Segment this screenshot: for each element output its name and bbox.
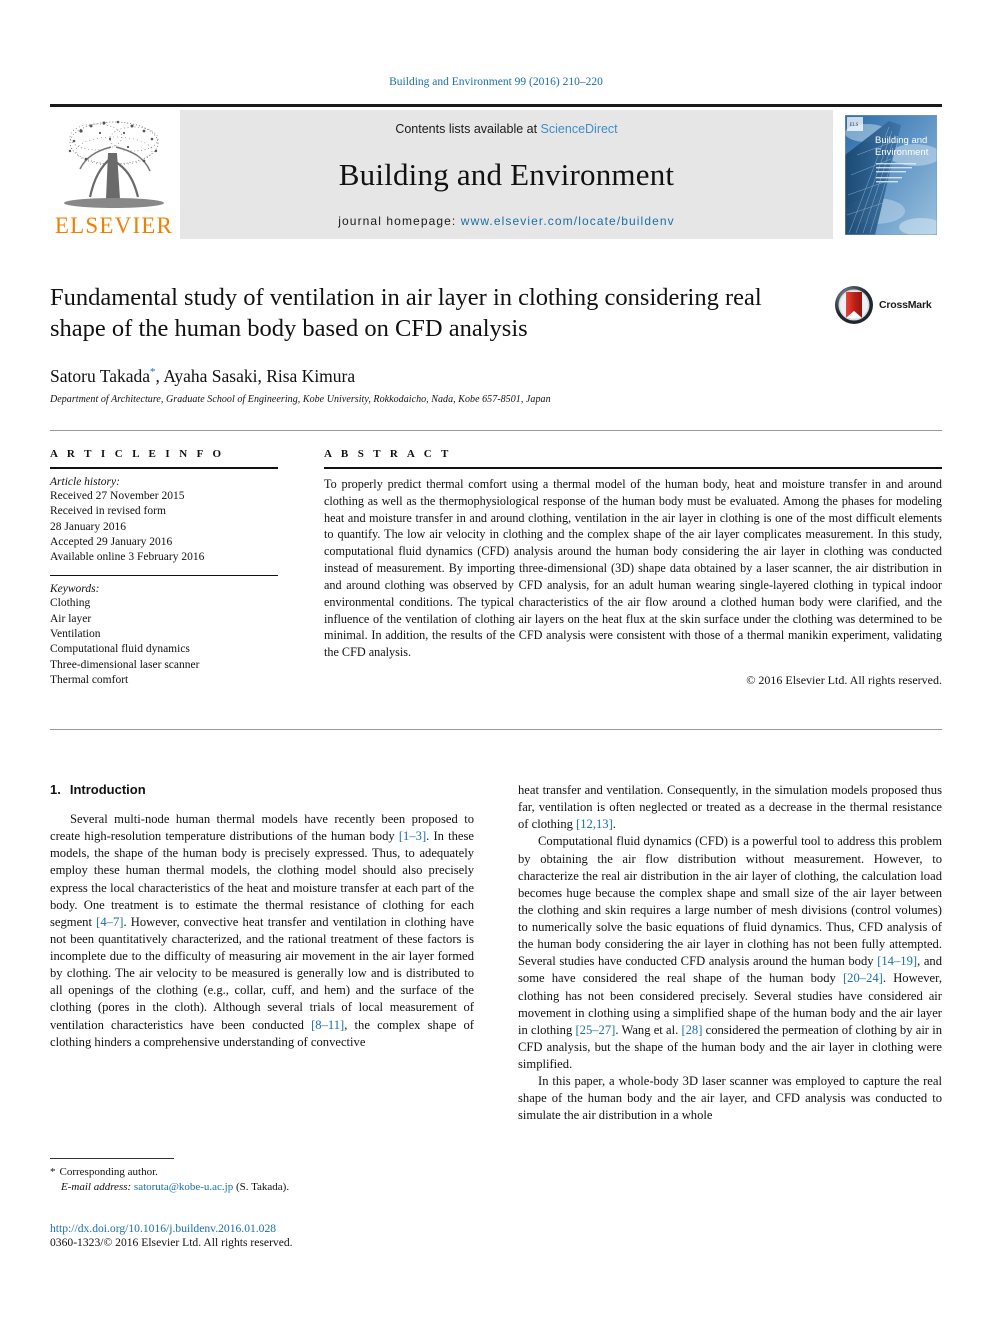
contents-prefix: Contents lists available at [395, 122, 541, 136]
section-heading-introduction: 1. Introduction [50, 782, 474, 797]
sciencedirect-link[interactable]: ScienceDirect [541, 122, 618, 136]
homepage-prefix: journal homepage: [338, 214, 461, 228]
footer-block: http://dx.doi.org/10.1016/j.buildenv.201… [50, 1222, 550, 1249]
section-title: Introduction [69, 782, 146, 797]
journal-cover-icon: ELS Building and Environment [845, 114, 937, 235]
history-item: Received in revised form [50, 505, 166, 518]
running-head: Building and Environment 99 (2016) 210–2… [389, 76, 603, 88]
journal-cover: ELS Building and Environment [840, 110, 942, 239]
article-info-heading: A R T I C L E I N F O [50, 448, 225, 460]
corresponding-author-note: * Corresponding author. [50, 1165, 474, 1180]
history-item: Received 27 November 2015 [50, 490, 185, 502]
footnote-block: * Corresponding author. E-mail address: s… [50, 1158, 474, 1196]
crossmark-label: CrossMark [879, 299, 932, 311]
citation-ref[interactable]: [12,13] [576, 817, 613, 831]
footnote-marker: * [50, 1166, 56, 1178]
abstract-column: A B S T R A C T To properly predict ther… [300, 448, 942, 729]
elsevier-tree-icon [64, 120, 164, 208]
keyword-item: Air layer [50, 612, 92, 625]
paragraph-text: . Wang et al. [615, 1022, 682, 1037]
author-rest: , Ayaha Sasaki, Risa Kimura [155, 366, 356, 387]
article-history-label: Article history: [50, 476, 120, 488]
journal-title: Building and Environment [338, 157, 675, 192]
paragraph: heat transfer and ventilation. Consequen… [518, 782, 942, 833]
author-list: Satoru Takada*, Ayaha Sasaki, Risa Kimur… [50, 366, 942, 387]
email-suffix: (S. Takada). [236, 1181, 290, 1194]
history-item: Accepted 29 January 2016 [50, 535, 173, 548]
elsevier-wordmark: ELSEVIER [54, 213, 174, 238]
page-title: Fundamental study of ventilation in air … [50, 284, 762, 343]
email-label: E-mail address: [61, 1181, 132, 1194]
citation-ref[interactable]: [25–27] [575, 1023, 615, 1037]
abstract-heading: A B S T R A C T [324, 448, 452, 460]
corresponding-author-text: Corresponding author. [59, 1166, 158, 1178]
doi-link[interactable]: http://dx.doi.org/10.1016/j.buildenv.201… [50, 1222, 550, 1235]
journal-homepage-line: journal homepage: www.elsevier.com/locat… [338, 214, 675, 228]
svg-text:Building and: Building and [875, 135, 927, 146]
email-note: E-mail address: satoruta@kobe-u.ac.jp (S… [50, 1180, 474, 1195]
abstract-text: To properly predict thermal comfort usin… [324, 477, 942, 660]
masthead-center: Contents lists available at ScienceDirec… [180, 110, 833, 239]
contents-available-line: Contents lists available at ScienceDirec… [395, 122, 617, 136]
info-rule-mid [50, 575, 278, 577]
body-columns: 1. Introduction Several multi-node human … [50, 782, 942, 1202]
footnote-rule [50, 1158, 174, 1159]
abstract-box: A R T I C L E I N F O Article history: R… [50, 430, 942, 730]
history-item: Available online 3 February 2016 [50, 551, 205, 564]
keywords-label: Keywords: [50, 583, 100, 596]
citation-ref[interactable]: [20–24] [843, 971, 883, 985]
right-column: heat transfer and ventilation. Consequen… [518, 782, 942, 1202]
keyword-item: Computational fluid dynamics [50, 643, 190, 656]
section-number: 1. [50, 782, 61, 797]
paragraph-text: Computational fluid dynamics (CFD) is a … [518, 834, 942, 969]
info-rule-top [50, 467, 278, 469]
paper-page: Building and Environment 99 (2016) 210–2… [0, 0, 992, 1323]
issn-copyright-line: 0360-1323/© 2016 Elsevier Ltd. All right… [50, 1236, 293, 1249]
paragraph: In this paper, a whole-body 3D laser sca… [518, 1074, 942, 1123]
title-block: Fundamental study of ventilation in air … [50, 282, 942, 405]
publisher-logo: ELSEVIER [50, 110, 178, 239]
keyword-item: Clothing [50, 597, 91, 610]
citation-ref[interactable]: [28] [681, 1023, 702, 1037]
abstract-rule [324, 467, 942, 469]
svg-text:ELS: ELS [850, 123, 859, 128]
keyword-item: Three-dimensional laser scanner [50, 658, 200, 671]
left-column: 1. Introduction Several multi-node human … [50, 782, 474, 1202]
paragraph: Computational fluid dynamics (CFD) is a … [518, 833, 942, 1073]
author-first: Satoru Takada [50, 366, 151, 387]
citation-ref[interactable]: [4–7] [96, 915, 123, 929]
keyword-item: Ventilation [50, 627, 101, 640]
article-info-column: A R T I C L E I N F O Article history: R… [50, 448, 300, 729]
paragraph-text: . However, convective heat transfer and … [50, 914, 474, 1032]
svg-text:Environment: Environment [875, 147, 929, 158]
crossmark-icon [835, 286, 873, 324]
email-link[interactable]: satoruta@kobe-u.ac.jp [134, 1181, 233, 1193]
crossmark-badge[interactable]: CrossMark [834, 284, 942, 326]
journal-homepage-link[interactable]: www.elsevier.com/locate/buildenv [461, 214, 675, 228]
citation-ref[interactable]: [8–11] [311, 1018, 344, 1032]
affiliation: Department of Architecture, Graduate Sch… [50, 394, 551, 406]
paragraph: Several multi-node human thermal models … [50, 811, 474, 1051]
paragraph-text: . [612, 817, 616, 832]
keyword-item: Thermal comfort [50, 673, 129, 686]
citation-ref[interactable]: [1–3] [399, 829, 426, 843]
citation-ref[interactable]: [14–19] [877, 954, 917, 968]
journal-masthead: ELSEVIER Contents lists available at Sci… [50, 104, 942, 239]
history-item: 28 January 2016 [50, 520, 127, 533]
copyright-line: © 2016 Elsevier Ltd. All rights reserved… [746, 673, 942, 688]
